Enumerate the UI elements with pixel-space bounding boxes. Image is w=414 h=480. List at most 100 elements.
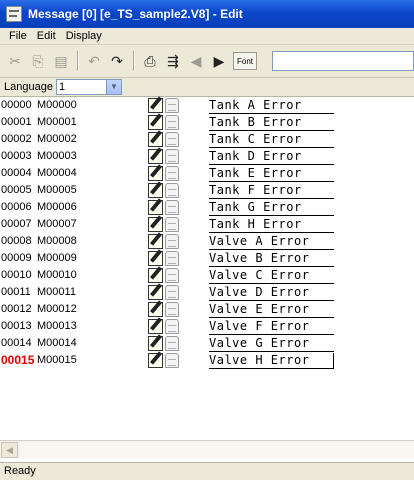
edit-icon[interactable] (148, 319, 163, 334)
row-icons (148, 115, 182, 130)
document-icon[interactable] (165, 234, 179, 249)
edit-icon[interactable] (148, 200, 163, 215)
message-row[interactable]: 00008 M00008 Valve A Error (0, 233, 414, 250)
document-icon[interactable] (165, 319, 179, 334)
message-text[interactable]: Tank H Error (209, 217, 334, 233)
jump-icon[interactable]: ⇶ (162, 50, 184, 72)
message-row[interactable]: 00011 M00011 Valve D Error (0, 284, 414, 301)
forward-arrow-icon[interactable]: ▶ (208, 50, 230, 72)
message-row[interactable]: 00004 M00004 Tank E Error (0, 165, 414, 182)
edit-icon[interactable] (148, 98, 163, 113)
message-row[interactable]: 00010 M00010 Valve C Error (0, 267, 414, 284)
message-text[interactable]: Tank D Error (209, 149, 334, 165)
message-id: M00015 (37, 354, 77, 366)
edit-icon[interactable] (148, 234, 163, 249)
message-text[interactable]: Valve C Error (209, 268, 334, 284)
edit-icon[interactable] (148, 285, 163, 300)
message-text[interactable]: Tank B Error (209, 115, 334, 131)
edit-icon[interactable] (148, 132, 163, 147)
message-text[interactable]: Valve B Error (209, 251, 334, 267)
message-row[interactable]: 00007 M00007 Tank H Error (0, 216, 414, 233)
document-icon[interactable] (165, 285, 179, 300)
edit-icon[interactable] (148, 183, 163, 198)
language-label: Language (4, 81, 53, 93)
message-number: 00013 (1, 320, 32, 332)
message-id: M00010 (37, 269, 77, 281)
document-icon[interactable] (165, 132, 179, 147)
print-icon[interactable]: ⎙ (139, 50, 161, 72)
chevron-down-icon[interactable]: ▼ (105, 80, 121, 94)
message-text[interactable]: Valve G Error (209, 336, 334, 352)
menu-edit[interactable]: Edit (32, 30, 61, 42)
language-select[interactable]: 1 ▼ (55, 79, 122, 95)
edit-icon[interactable] (148, 217, 163, 232)
message-row[interactable]: 00001 M00001 Tank B Error (0, 114, 414, 131)
message-text[interactable]: Valve E Error (209, 302, 334, 318)
scroll-track[interactable] (20, 442, 414, 458)
document-icon[interactable] (165, 115, 179, 130)
document-icon[interactable] (165, 353, 179, 368)
message-text[interactable]: Valve F Error (209, 319, 334, 335)
message-text[interactable]: Valve H Error (209, 353, 334, 369)
edit-icon[interactable] (148, 149, 163, 164)
document-icon[interactable] (165, 217, 179, 232)
edit-icon[interactable] (148, 251, 163, 266)
scroll-left-arrow-icon[interactable]: ◀ (1, 442, 18, 458)
message-row[interactable]: 00003 M00003 Tank D Error (0, 148, 414, 165)
paste-icon[interactable]: ▤ (50, 50, 72, 72)
edit-icon[interactable] (148, 268, 163, 283)
language-value: 1 (58, 81, 66, 93)
message-number: 00002 (1, 133, 32, 145)
row-icons (148, 149, 182, 164)
message-row[interactable]: 00012 M00012 Valve E Error (0, 301, 414, 318)
document-icon[interactable] (165, 200, 179, 215)
menu-file[interactable]: File (4, 30, 32, 42)
message-row[interactable]: 00002 M00002 Tank C Error (0, 131, 414, 148)
message-text[interactable]: Tank C Error (209, 132, 334, 148)
document-icon[interactable] (165, 251, 179, 266)
document-icon[interactable] (165, 183, 179, 198)
back-arrow-icon[interactable]: ◀ (185, 50, 207, 72)
undo-icon[interactable]: ↶ (83, 50, 105, 72)
row-icons (148, 200, 182, 215)
document-icon[interactable] (165, 268, 179, 283)
message-text[interactable]: Tank A Error (209, 98, 334, 114)
edit-icon[interactable] (148, 336, 163, 351)
document-icon[interactable] (165, 302, 179, 317)
message-id: M00013 (37, 320, 77, 332)
font-button[interactable]: Font (233, 52, 258, 70)
document-icon[interactable] (165, 149, 179, 164)
row-icons (148, 166, 182, 181)
menu-display[interactable]: Display (61, 30, 107, 42)
edit-icon[interactable] (148, 353, 163, 368)
message-row[interactable]: 00013 M00013 Valve F Error (0, 318, 414, 335)
message-text[interactable]: Valve D Error (209, 285, 334, 301)
copy-icon[interactable]: ⎘ (27, 50, 49, 72)
message-row[interactable]: 00000 M00000 Tank A Error (0, 97, 414, 114)
message-text[interactable]: Valve A Error (209, 234, 334, 250)
horizontal-scrollbar[interactable]: ◀ (0, 440, 414, 458)
message-id: M00000 (37, 99, 77, 111)
message-row[interactable]: 00005 M00005 Tank F Error (0, 182, 414, 199)
edit-icon[interactable] (148, 302, 163, 317)
message-text[interactable]: Tank F Error (209, 183, 334, 199)
cut-icon[interactable]: ✂ (4, 50, 26, 72)
message-text[interactable]: Tank E Error (209, 166, 334, 182)
message-id: M00012 (37, 303, 77, 315)
message-id: M00009 (37, 252, 77, 264)
message-number: 00010 (1, 269, 32, 281)
edit-icon[interactable] (148, 115, 163, 130)
document-icon[interactable] (165, 166, 179, 181)
edit-icon[interactable] (148, 166, 163, 181)
message-row[interactable]: 00006 M00006 Tank G Error (0, 199, 414, 216)
message-number: 00008 (1, 235, 32, 247)
message-text[interactable]: Tank G Error (209, 200, 334, 216)
document-icon[interactable] (165, 336, 179, 351)
message-row[interactable]: 00015 M00015 Valve H Error (0, 352, 414, 369)
message-row[interactable]: 00009 M00009 Valve B Error (0, 250, 414, 267)
message-row[interactable]: 00014 M00014 Valve G Error (0, 335, 414, 352)
document-icon[interactable] (165, 98, 179, 113)
toolbar-text-input[interactable] (272, 51, 414, 71)
message-number: 00015 (1, 353, 35, 367)
redo-icon[interactable]: ↷ (106, 50, 128, 72)
